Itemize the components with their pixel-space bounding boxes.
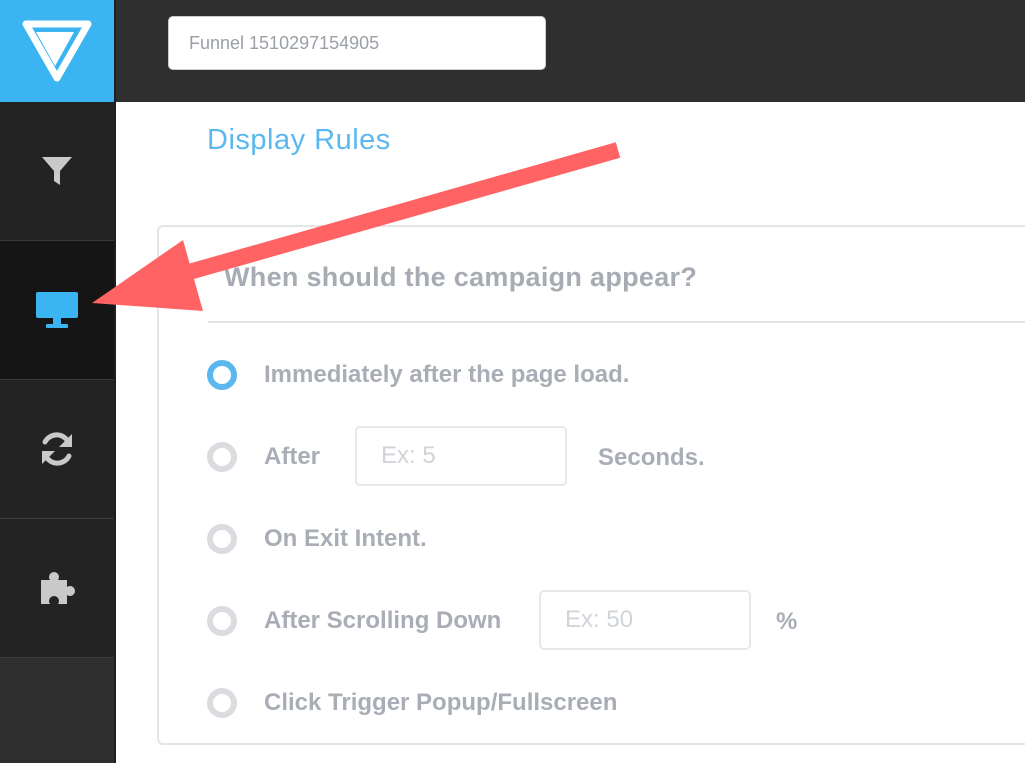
seconds-suffix: Seconds. bbox=[598, 444, 705, 471]
brand-logo-icon bbox=[22, 20, 92, 82]
display-rules-card bbox=[157, 225, 1025, 745]
option-label: On Exit Intent. bbox=[264, 525, 427, 552]
option-label: After bbox=[264, 443, 321, 470]
sidebar-item-display-rules[interactable] bbox=[0, 241, 114, 380]
radio-exit-intent[interactable] bbox=[207, 524, 237, 554]
option-label: Click Trigger Popup/Fullscreen bbox=[264, 689, 618, 716]
option-after-seconds[interactable]: After bbox=[207, 440, 320, 474]
page-title: Display Rules bbox=[207, 124, 391, 156]
option-click-trigger[interactable]: Click Trigger Popup/Fullscreen bbox=[207, 686, 617, 720]
option-immediately[interactable]: Immediately after the page load. bbox=[207, 358, 629, 392]
option-label: After Scrolling Down bbox=[264, 607, 502, 634]
monitor-icon bbox=[36, 292, 78, 328]
brand-logo[interactable] bbox=[0, 0, 114, 102]
scroll-percent-input[interactable] bbox=[539, 590, 751, 650]
puzzle-icon bbox=[41, 572, 75, 604]
sidebar-item-integrations[interactable] bbox=[0, 519, 114, 658]
sidebar bbox=[0, 0, 116, 763]
top-bar bbox=[116, 0, 1025, 102]
radio-after-scrolling[interactable] bbox=[207, 606, 237, 636]
sidebar-divider bbox=[114, 0, 116, 763]
percent-suffix: % bbox=[776, 608, 798, 635]
radio-after-seconds[interactable] bbox=[207, 442, 237, 472]
option-exit-intent[interactable]: On Exit Intent. bbox=[207, 522, 427, 556]
seconds-input[interactable] bbox=[355, 426, 567, 486]
refresh-icon bbox=[42, 432, 72, 466]
card-divider bbox=[208, 321, 1025, 323]
radio-immediately[interactable] bbox=[207, 360, 237, 390]
radio-click-trigger[interactable] bbox=[207, 688, 237, 718]
sidebar-item-sync[interactable] bbox=[0, 380, 114, 519]
sidebar-item-funnel[interactable] bbox=[0, 102, 114, 241]
funnel-name-input[interactable] bbox=[168, 16, 546, 70]
option-after-scrolling[interactable]: After Scrolling Down bbox=[207, 604, 501, 638]
filter-icon bbox=[42, 157, 72, 185]
card-title: When should the campaign appear? bbox=[224, 262, 698, 292]
option-label: Immediately after the page load. bbox=[264, 361, 630, 388]
